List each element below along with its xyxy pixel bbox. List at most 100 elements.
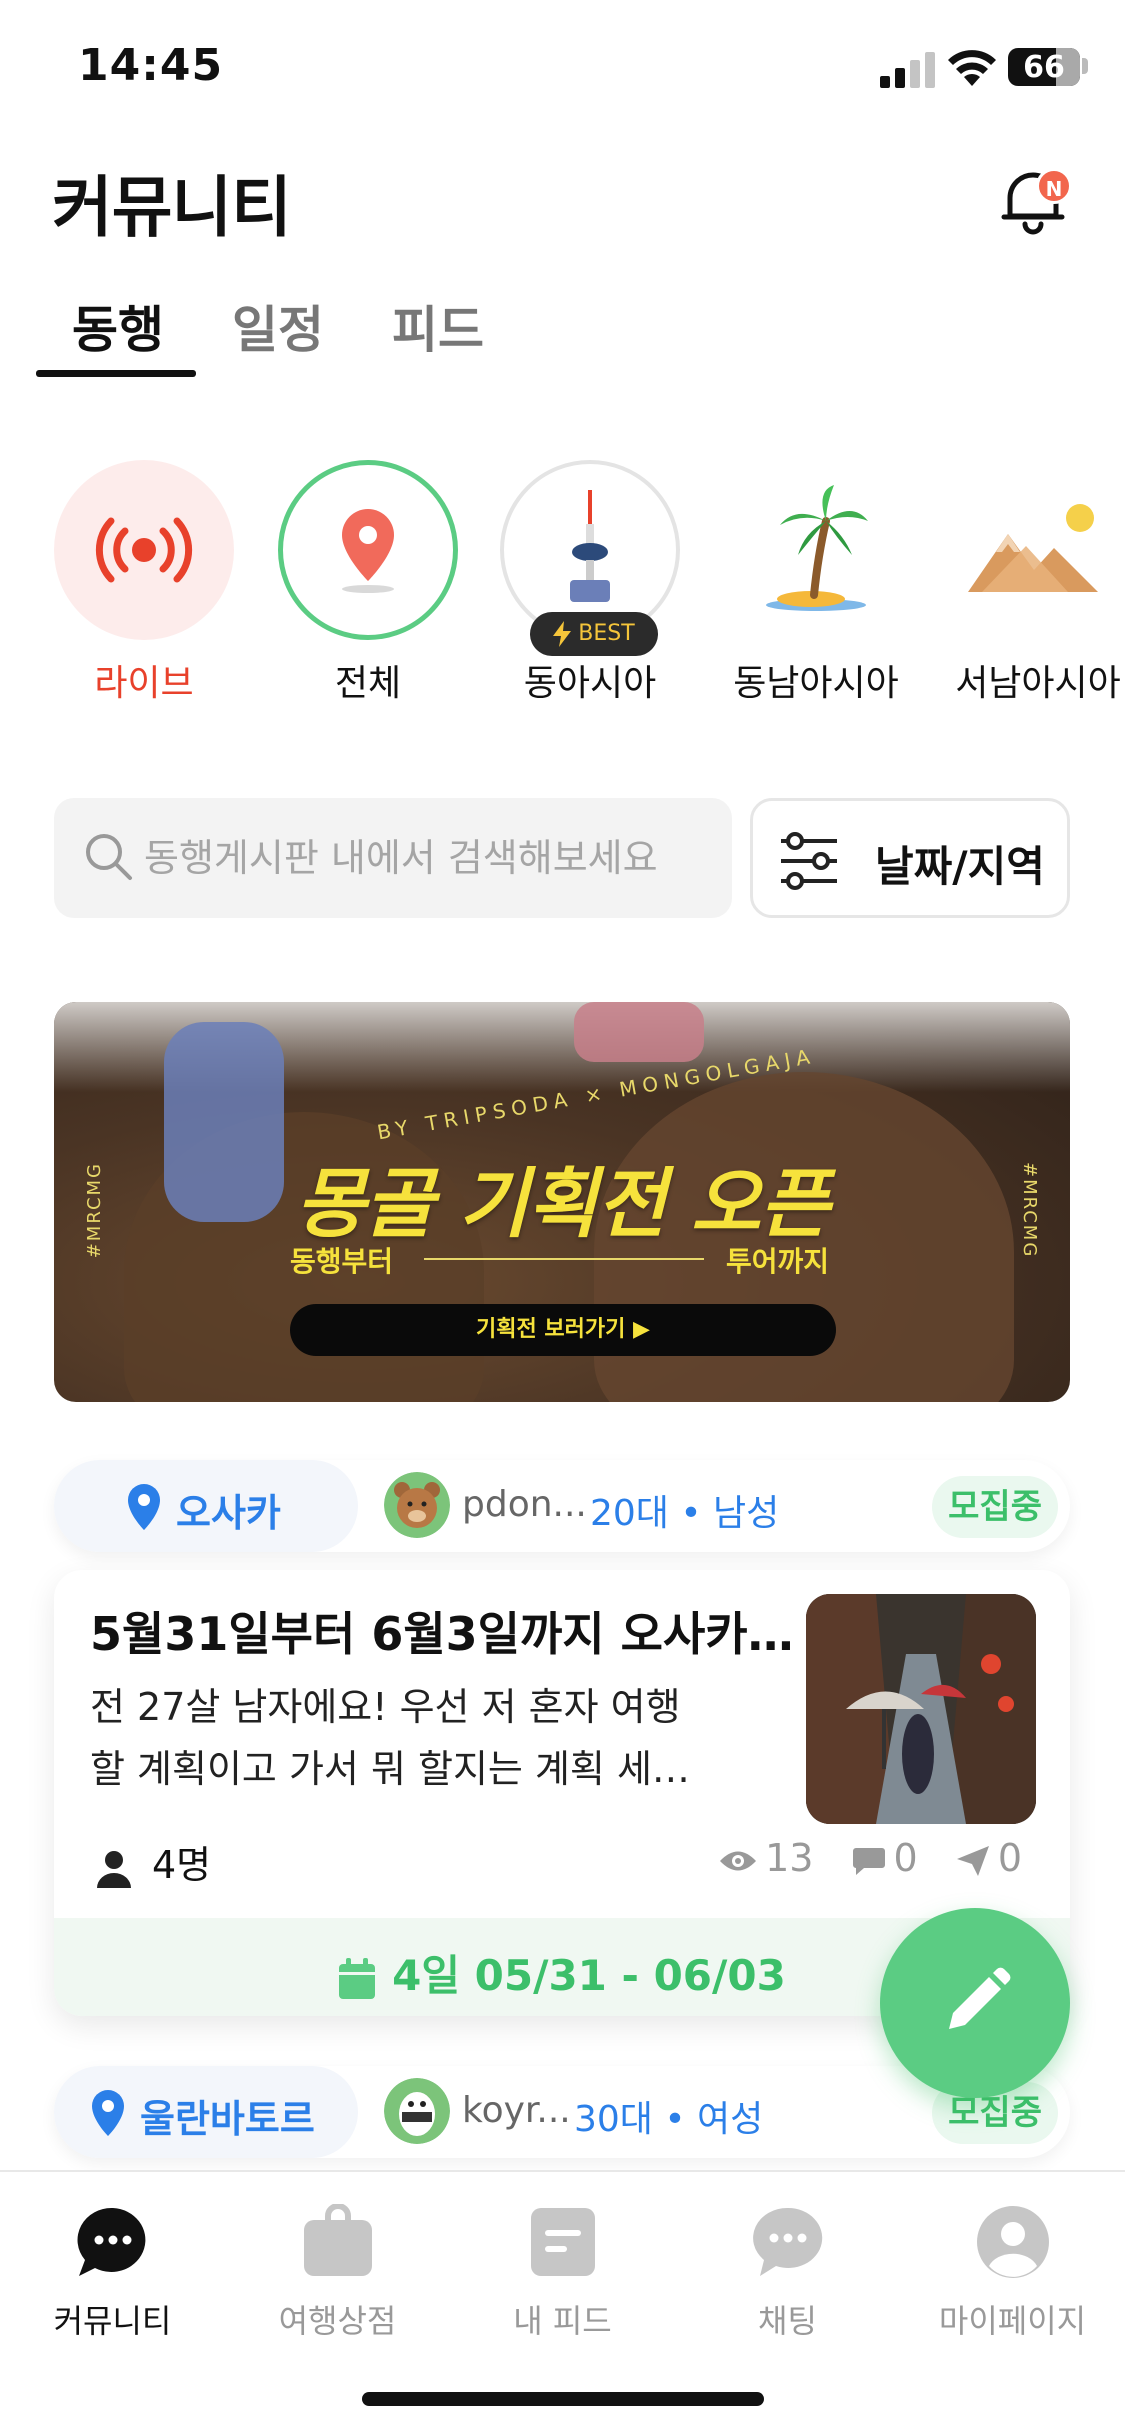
post-meta-row[interactable]: 울란바토르 koyr... 30대 • 여성 모집중 (54, 2066, 1070, 2158)
username: koyr... (462, 2090, 571, 2131)
location-pill[interactable]: 울란바토르 (54, 2066, 358, 2158)
banner-cta-button[interactable]: 기획전 보러가기 ▶ (290, 1304, 836, 1356)
tab-active-indicator (36, 370, 196, 377)
search-input[interactable] (144, 828, 724, 888)
palm-tree-icon (766, 485, 868, 611)
avatar[interactable] (384, 2078, 450, 2144)
category-label: 서남아시아 (955, 663, 1121, 704)
location-label: 오사카 (176, 1491, 281, 1535)
nav-label: 채팅 (758, 2302, 817, 2340)
comment-count-value: 0 (893, 1836, 918, 1880)
banner-divider (424, 1258, 704, 1260)
trip-date: 4일 05/31 - 06/03 (392, 1951, 786, 2000)
category-live[interactable]: 라이브 (52, 460, 236, 706)
battery-icon: 66 (1008, 48, 1080, 86)
date-region-filter-button[interactable]: 날짜/지역 (750, 798, 1070, 918)
banner-subtitle-right: 투어까지 (726, 1245, 830, 1278)
category-all[interactable]: 전체 (276, 460, 460, 706)
cellular-signal-icon (880, 52, 935, 88)
tab-feed[interactable]: 피드 (392, 290, 484, 362)
post-meta-row[interactable]: 오사카 pdon... 20대 • 남성 모집중 (54, 1460, 1070, 1552)
user-demographic: 30대 • 여성 (574, 2099, 764, 2140)
page-title: 커뮤니티 (52, 169, 292, 246)
status-bar: 14:45 66 (0, 0, 1125, 140)
location-label: 울란바토르 (140, 2097, 315, 2141)
post-body-line: 전 27살 남자에요! 우선 저 혼자 여행 (90, 1685, 681, 1729)
document-icon (530, 2208, 595, 2276)
search-icon (86, 834, 132, 880)
send-icon (956, 1845, 989, 1876)
category-label: 동남아시아 (733, 663, 899, 704)
person-icon (97, 1850, 131, 1888)
lightning-icon (553, 621, 572, 647)
user-demographic: 20대 • 남성 (590, 1493, 780, 1534)
best-badge: BEST (530, 612, 658, 656)
post-stats: 13 0 0 (693, 1836, 1022, 1880)
tab-schedule[interactable]: 일정 (232, 290, 324, 362)
notification-button[interactable]: N (994, 160, 1072, 238)
share-count-value: 0 (997, 1836, 1022, 1880)
nav-my-feed[interactable]: 내 피드 (450, 2204, 675, 2342)
post-body-line: 할 계획이고 가서 뭐 할지는 계획 세… (90, 1747, 690, 1791)
tab-companion[interactable]: 동행 (72, 290, 164, 362)
category-label: 전체 (334, 663, 402, 704)
share-count: 0 (956, 1836, 1022, 1880)
profile-icon (976, 2206, 1049, 2278)
status-badge: 모집중 (932, 1476, 1058, 1538)
chat-icon (752, 2207, 822, 2276)
shopping-bag-icon (303, 2203, 372, 2276)
mountains-icon (968, 504, 1098, 592)
character-avatar-icon (384, 2078, 450, 2144)
category-southeast-asia-circle (726, 460, 906, 640)
promo-banner[interactable]: BY TRIPSODA × MONGOLGAJA #MRCMG #MRCMG 몽… (54, 1002, 1070, 1402)
battery-tip (1082, 58, 1088, 74)
pencil-icon (949, 1967, 1011, 2029)
view-count-value: 13 (765, 1836, 814, 1880)
comment-count: 0 (852, 1836, 930, 1880)
nav-label: 여행상점 (278, 2302, 397, 2340)
home-indicator (362, 2392, 764, 2406)
eye-icon (720, 1851, 757, 1870)
location-pin-icon (92, 2090, 124, 2136)
status-time: 14:45 (78, 40, 224, 91)
category-east-asia-circle: BEST (500, 460, 680, 656)
write-post-button[interactable] (880, 1908, 1070, 2098)
nav-chat[interactable]: 채팅 (675, 2204, 900, 2342)
banner-headline: 몽골 기획전 오픈 (295, 1159, 829, 1248)
post-title: 5월31일부터 6월3일까지 오사카… (90, 1607, 794, 1661)
nav-label: 마이페이지 (938, 2302, 1087, 2340)
nav-community[interactable]: 커뮤니티 (0, 2204, 225, 2342)
live-broadcast-icon (95, 517, 193, 583)
chat-bubble-icon (77, 2207, 145, 2276)
sliders-icon (781, 832, 837, 890)
bear-avatar-icon (384, 1472, 450, 1538)
post-thumbnail (806, 1594, 1036, 1824)
banner-rider (574, 1002, 704, 1062)
view-count: 13 (719, 1836, 825, 1880)
search-bar[interactable] (54, 798, 732, 918)
username: pdon... (462, 1484, 587, 1525)
battery-level: 66 (1023, 50, 1065, 85)
location-pin-icon (128, 1484, 160, 1530)
category-all-circle (278, 460, 458, 640)
nav-label: 커뮤니티 (53, 2302, 172, 2340)
comment-icon (852, 1847, 885, 1875)
nav-travel-shop[interactable]: 여행상점 (225, 2203, 450, 2342)
category-southwest-asia-circle (948, 460, 1125, 640)
category-label: 라이브 (94, 663, 194, 704)
category-southeast-asia[interactable]: 동남아시아 (724, 460, 908, 706)
nav-my-page[interactable]: 마이페이지 (900, 2204, 1125, 2342)
avatar[interactable] (384, 1472, 450, 1538)
category-southwest-asia[interactable]: 서남아시아 (946, 460, 1125, 706)
participant-count-label: 4명 (152, 1843, 212, 1887)
banner-subtitle-left: 동행부터 (290, 1245, 394, 1278)
street-photo-image (806, 1594, 1036, 1824)
category-label: 동아시아 (523, 663, 657, 704)
location-pill[interactable]: 오사카 (54, 1460, 358, 1552)
category-east-asia[interactable]: BEST 동아시아 (498, 460, 682, 706)
tower-icon (570, 490, 610, 602)
map-pin-icon (342, 509, 394, 593)
filter-label: 날짜/지역 (875, 842, 1045, 891)
post-body: 전 27살 남자에요! 우선 저 혼자 여행 할 계획이고 가서 뭐 할지는 계… (90, 1676, 790, 1800)
category-live-circle (54, 460, 234, 640)
